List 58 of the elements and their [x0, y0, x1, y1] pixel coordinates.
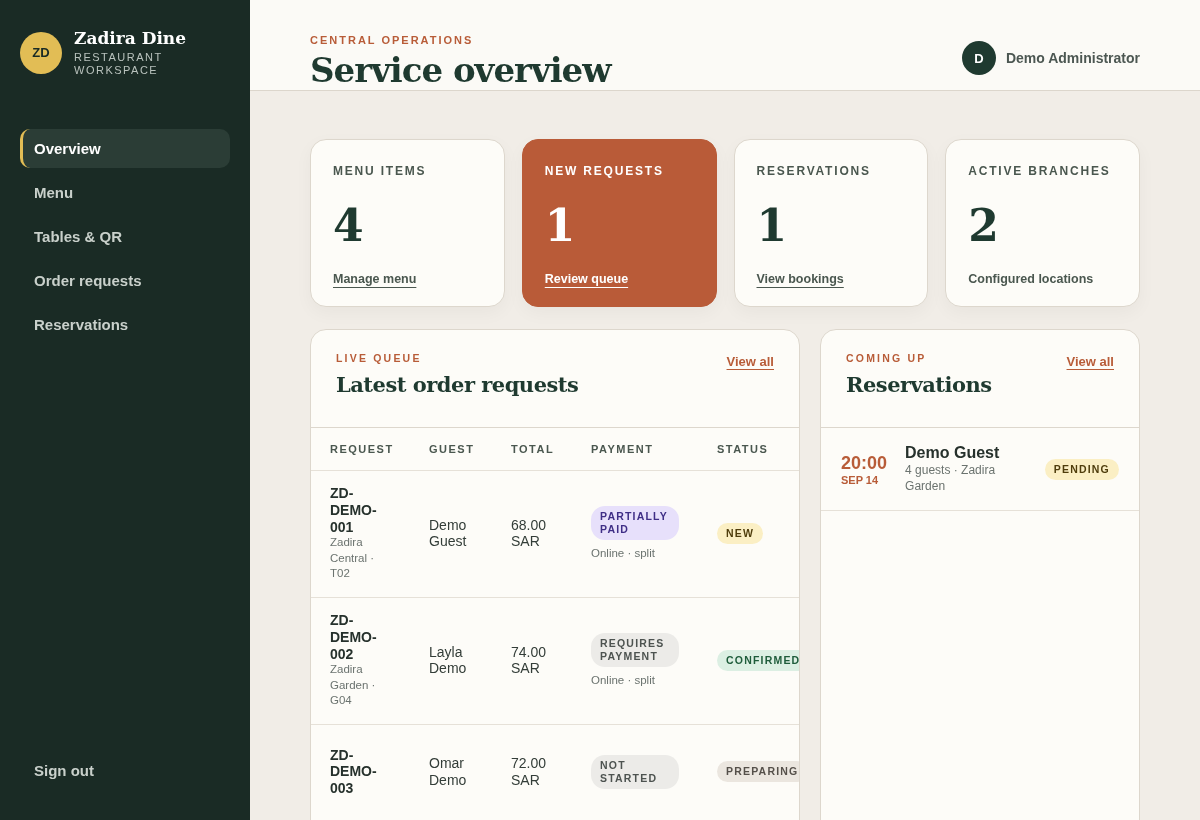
order-total: 68.00 SAR — [511, 516, 548, 551]
page-eyebrow: CENTRAL OPERATIONS — [310, 34, 475, 46]
page-title: Service overview — [310, 50, 611, 90]
stat-label: NEW REQUESTS — [544, 164, 664, 178]
order-status: NEW — [717, 522, 764, 545]
request-id: ZD-DEMO-003 — [330, 746, 378, 798]
order-status: PREPARING — [717, 761, 799, 783]
payment-status: NOT STARTED — [591, 754, 679, 789]
nav-item[interactable]: Reservations — [20, 305, 230, 345]
panel-title: Reservations — [846, 372, 992, 397]
panel-eyebrow: LIVE QUEUE — [336, 352, 423, 364]
stat-label: MENU ITEMS — [333, 164, 427, 178]
stat-note: Configured locations — [968, 272, 1094, 286]
nav-item[interactable]: Menu — [20, 173, 230, 213]
nav-item[interactable]: Order requests — [20, 261, 230, 301]
payment-status: PARTIALLY PAID — [591, 505, 679, 540]
stat-link[interactable]: Review queue — [544, 272, 629, 286]
order-total: 74.00 SAR — [511, 643, 548, 678]
stat-label: ACTIVE BRANCHES — [968, 164, 1111, 178]
request-id: ZD-DEMO-001 — [330, 485, 378, 536]
nav-item[interactable]: Overview — [20, 129, 230, 169]
nav-item[interactable]: Tables & QR — [20, 217, 230, 257]
request-location: Zadira Garden · G04 — [330, 662, 377, 709]
reservation-status: PENDING — [1044, 458, 1119, 480]
column-header: TOTAL — [511, 428, 591, 471]
reservation-guest: Demo Guest — [905, 444, 1001, 462]
payment-method: Online · split — [591, 545, 656, 561]
column-header: REQUEST — [311, 428, 429, 471]
stat-link[interactable]: Manage menu — [333, 272, 417, 286]
brand-name: Zadira Dine — [74, 28, 187, 48]
request-id: ZD-DEMO-002 — [330, 611, 378, 663]
view-all-link[interactable]: View all — [1066, 354, 1114, 369]
reservation-date: SEP 14 — [841, 473, 880, 486]
panel-title: Latest order requests — [336, 372, 579, 397]
reservation-detail: 4 guests · Zadira Garden — [905, 462, 997, 495]
column-header: GUEST — [429, 428, 511, 471]
column-header: PAYMENT — [591, 428, 717, 471]
stat-value: 1 — [756, 200, 788, 251]
guest-name: Layla Demo — [429, 643, 468, 678]
request-location: Zadira Central · T02 — [330, 535, 376, 582]
stat-value: 4 — [333, 200, 364, 251]
payment-method: Online · split — [591, 672, 656, 688]
reservation-time: 20:00 — [841, 452, 888, 474]
guest-name: Demo Guest — [429, 516, 468, 551]
user-avatar: D — [961, 41, 996, 75]
stat-value: 1 — [544, 200, 576, 251]
panel-eyebrow: COMING UP — [846, 352, 928, 364]
brand-logo: ZD — [20, 31, 62, 74]
user-name: Demo Administrator — [1005, 50, 1140, 66]
view-all-link[interactable]: View all — [726, 354, 774, 369]
brand-subtitle: RESTAURANT WORKSPACE — [74, 51, 164, 78]
stat-value: 2 — [968, 200, 999, 251]
stat-label: RESERVATIONS — [756, 164, 871, 178]
sign-out-link[interactable]: Sign out — [20, 751, 108, 790]
order-total: 72.00 SAR — [511, 755, 548, 789]
payment-status: REQUIRES PAYMENT — [591, 632, 679, 667]
stat-link[interactable]: View bookings — [756, 272, 844, 286]
guest-name: Omar Demo — [429, 755, 468, 789]
